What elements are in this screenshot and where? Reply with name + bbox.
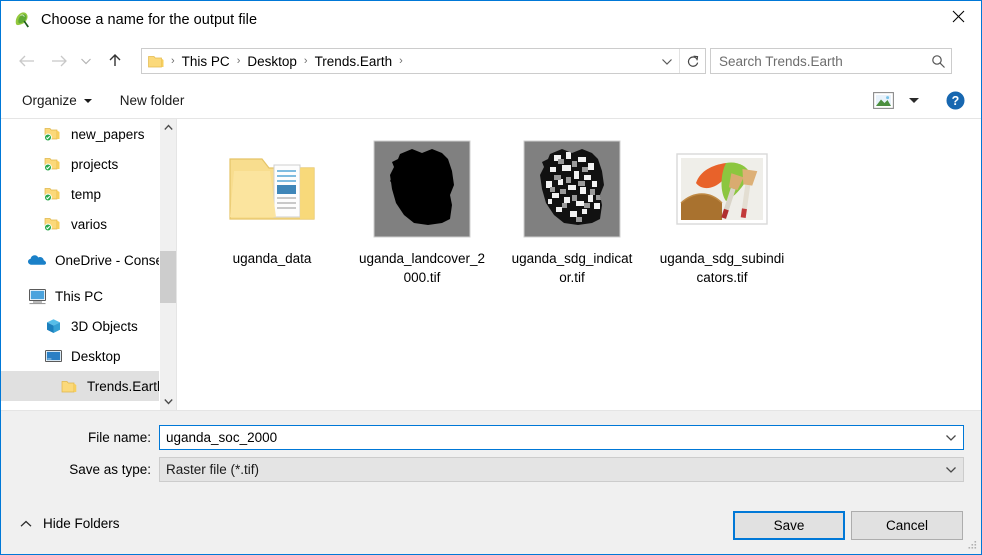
file-name-label: uganda_sdg_subindicators.tif	[659, 251, 785, 285]
folder-synced-icon	[43, 124, 63, 144]
file-name-input[interactable]: uganda_soc_2000	[160, 430, 939, 445]
uganda-silhouette-thumb	[370, 137, 474, 241]
refresh-icon[interactable]	[679, 49, 705, 73]
sidebar-item-temp[interactable]: temp	[1, 179, 176, 209]
sidebar-item-trends-earth[interactable]: Trends.Earth	[1, 371, 176, 401]
breadcrumb-separator: ›	[171, 55, 175, 67]
folder-synced-icon	[43, 214, 63, 234]
folder-synced-icon	[43, 184, 63, 204]
hide-folders-button[interactable]: Hide Folders	[19, 516, 120, 531]
folder-synced-icon	[43, 154, 63, 174]
chevron-up-icon	[19, 520, 33, 528]
breadcrumb-this-pc[interactable]: This PC	[181, 54, 231, 69]
file-name-combobox[interactable]: uganda_soc_2000	[159, 425, 964, 450]
breadcrumb-separator: ›	[236, 55, 241, 67]
save-as-type-row: Save as type: Raster file (*.tif)	[1, 457, 964, 482]
scroll-up-icon[interactable]	[160, 119, 176, 136]
list-item[interactable]: uganda_sdg_indicator.tif	[497, 133, 647, 287]
sidebar-scrollbar[interactable]	[159, 119, 176, 410]
save-button[interactable]: Save	[733, 511, 845, 540]
save-as-type-label: Save as type:	[69, 462, 151, 477]
sidebar-item-label: projects	[71, 156, 119, 172]
organize-button[interactable]: Organize	[15, 89, 99, 112]
cube-icon	[43, 316, 63, 336]
sidebar-item-label: OneDrive - Conse	[55, 252, 164, 268]
scrollbar-thumb[interactable]	[160, 251, 176, 303]
sidebar-item-label: temp	[71, 186, 102, 202]
search-icon	[925, 49, 951, 73]
scroll-down-icon[interactable]	[160, 393, 176, 410]
sidebar-item-3d-objects[interactable]: 3D Objects	[1, 311, 176, 341]
up-one-level-icon[interactable]	[99, 46, 131, 76]
file-name-label: uganda_sdg_indicator.tif	[511, 251, 633, 285]
address-history-chevron-down-icon[interactable]	[655, 49, 679, 73]
navigation-bar: › This PC › Desktop › Trends.Earth › Sea…	[1, 39, 981, 83]
breadcrumb-separator: ›	[399, 55, 403, 67]
sidebar-item-label: 3D Objects	[71, 318, 138, 334]
close-button[interactable]	[935, 1, 981, 31]
folder-icon	[59, 376, 79, 396]
paint-picture-thumb	[670, 137, 774, 241]
help-button[interactable]: ?	[945, 91, 965, 111]
folder-icon	[148, 55, 164, 67]
window-title: Choose a name for the output file	[41, 12, 258, 28]
organize-label: Organize	[22, 93, 77, 108]
file-name-label: File name:	[87, 430, 151, 445]
breadcrumb-separator: ›	[303, 55, 308, 67]
desktop-monitor-icon	[43, 346, 63, 366]
file-name-chevron-down-icon[interactable]	[939, 426, 963, 449]
breadcrumb-desktop[interactable]: Desktop	[246, 54, 298, 69]
new-folder-label: New folder	[119, 93, 185, 108]
address-bar[interactable]: › This PC › Desktop › Trends.Earth ›	[141, 48, 706, 74]
dialog-footer: File name: uganda_soc_2000 Save as type:…	[1, 410, 981, 554]
navigation-tree: new_papers projects temp varios OneDrive…	[1, 119, 176, 410]
view-mode-picture-icon[interactable]	[871, 91, 895, 111]
cancel-button[interactable]: Cancel	[851, 511, 963, 540]
sidebar-item-new_papers[interactable]: new_papers	[1, 119, 176, 149]
view-mode-chevron-down-icon[interactable]	[909, 98, 919, 103]
onedrive-cloud-icon	[27, 250, 47, 270]
save-file-dialog: Choose a name for the output file › This…	[0, 0, 982, 555]
sidebar-item-label: new_papers	[71, 126, 145, 142]
sidebar-item-varios[interactable]: varios	[1, 209, 176, 239]
sidebar-item-label: Desktop	[71, 348, 121, 364]
sidebar-item-desktop[interactable]: Desktop	[1, 341, 176, 371]
sidebar-item-onedrive[interactable]: OneDrive - Conse	[1, 245, 176, 275]
svg-text:?: ?	[951, 94, 959, 108]
new-folder-button[interactable]: New folder	[113, 89, 192, 112]
sidebar-item-label: varios	[71, 216, 108, 232]
list-item[interactable]: uganda_sdg_subindicators.tif	[647, 133, 797, 287]
chevron-down-icon	[83, 98, 92, 103]
file-name-row: File name: uganda_soc_2000	[1, 425, 964, 450]
save-as-type-combobox[interactable]: Raster file (*.tif)	[159, 457, 964, 482]
list-item[interactable]: uganda_landcover_2000.tif	[347, 133, 497, 287]
save-as-type-value: Raster file (*.tif)	[166, 462, 260, 477]
save-as-type-chevron-down-icon[interactable]	[939, 458, 963, 481]
forward-icon[interactable]	[43, 46, 75, 76]
computer-icon	[27, 286, 47, 306]
dialog-body: new_papers projects temp varios OneDrive…	[1, 119, 981, 410]
list-item[interactable]: uganda_data	[197, 133, 347, 287]
sidebar-item-this-pc[interactable]: This PC	[1, 281, 176, 311]
recent-locations-icon[interactable]	[75, 46, 97, 76]
uganda-noise-thumb	[520, 137, 624, 241]
resize-grip-icon[interactable]	[966, 539, 978, 551]
command-bar: Organize New folder ?	[1, 83, 981, 119]
sidebar-item-label: Trends.Earth	[87, 378, 165, 394]
hide-folders-label: Hide Folders	[43, 516, 120, 531]
search-box[interactable]: Search Trends.Earth	[710, 48, 952, 74]
sidebar-item-label: This PC	[55, 288, 104, 304]
qgis-logo-icon	[15, 12, 29, 28]
folder-documents-icon	[220, 137, 324, 241]
file-name-label: uganda_landcover_2000.tif	[358, 251, 486, 285]
sidebar-item-projects[interactable]: projects	[1, 149, 176, 179]
search-input[interactable]: Search Trends.Earth	[711, 54, 925, 69]
file-name-label: uganda_data	[232, 251, 312, 266]
title-bar: Choose a name for the output file	[1, 1, 981, 39]
file-list: uganda_data uganda_landcover_2000.tif ug…	[177, 119, 981, 410]
breadcrumb-trends-earth[interactable]: Trends.Earth	[314, 54, 394, 69]
back-icon[interactable]	[11, 46, 43, 76]
